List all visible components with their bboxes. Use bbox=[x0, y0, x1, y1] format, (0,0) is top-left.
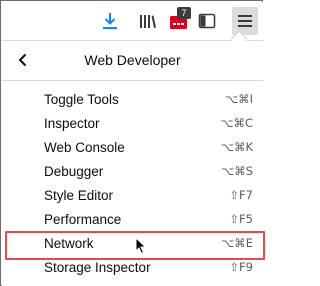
browser-toolbar: 7 bbox=[2, 2, 263, 40]
chevron-left-icon bbox=[18, 53, 27, 67]
menu-item-performance[interactable]: Performance ⇧F5 bbox=[2, 207, 263, 231]
menu-item-shortcut: ⇧F5 bbox=[229, 212, 253, 226]
menu-item-shortcut: ⌥⌘S bbox=[220, 164, 253, 178]
menu-item-shortcut: ⌥⌘I bbox=[224, 92, 253, 106]
window-frame: 7 Web Developer Toggle Tools ⌥⌘I Inspect… bbox=[0, 0, 265, 286]
menu-item-label: Inspector bbox=[44, 115, 100, 131]
menu-item-label: Debugger bbox=[44, 163, 104, 179]
panel-header: Web Developer bbox=[2, 41, 263, 79]
menu-item-network[interactable]: Network ⌥⌘E bbox=[2, 231, 265, 260]
mouse-pointer-icon bbox=[135, 236, 147, 260]
sidebar-button[interactable] bbox=[194, 8, 220, 34]
library-icon bbox=[140, 15, 156, 28]
menu-item-shortcut: ⇧F9 bbox=[229, 260, 253, 274]
menu-item-debugger[interactable]: Debugger ⌥⌘S bbox=[2, 159, 263, 183]
menu-item-shortcut: ⇧F7 bbox=[229, 188, 253, 202]
app-menu-button[interactable] bbox=[232, 7, 258, 35]
menu-item-label: Network bbox=[44, 235, 94, 251]
menu-item-inspector[interactable]: Inspector ⌥⌘C bbox=[2, 111, 263, 135]
web-developer-menu: Toggle Tools ⌥⌘I Inspector ⌥⌘C Web Conso… bbox=[2, 87, 265, 279]
menu-item-web-console[interactable]: Web Console ⌥⌘K bbox=[2, 135, 263, 159]
extension-badge: 7 bbox=[177, 7, 191, 19]
menu-item-label: Storage Inspector bbox=[44, 259, 151, 275]
menu-item-label: Web Console bbox=[44, 139, 125, 155]
menu-item-label: Performance bbox=[44, 211, 122, 227]
hamburger-menu-icon bbox=[238, 15, 252, 27]
menu-item-label: Toggle Tools bbox=[44, 91, 119, 107]
menu-item-label: Style Editor bbox=[44, 187, 114, 203]
download-icon bbox=[103, 13, 117, 29]
download-button[interactable] bbox=[97, 8, 123, 34]
extension-button[interactable]: 7 bbox=[165, 7, 193, 34]
menu-item-storage-inspector[interactable]: Storage Inspector ⇧F9 bbox=[2, 255, 263, 279]
menu-item-toggle-tools[interactable]: Toggle Tools ⌥⌘I bbox=[2, 87, 263, 111]
panel-title: Web Developer bbox=[84, 52, 181, 68]
web-developer-panel: Web Developer Toggle Tools ⌥⌘I Inspector… bbox=[2, 30, 265, 286]
menu-item-shortcut: ⌥⌘C bbox=[220, 116, 253, 130]
library-button[interactable] bbox=[135, 8, 161, 34]
sidebar-icon bbox=[198, 13, 216, 29]
menu-item-style-editor[interactable]: Style Editor ⇧F7 bbox=[2, 183, 263, 207]
back-button[interactable] bbox=[12, 49, 34, 71]
header-divider bbox=[2, 80, 263, 81]
menu-item-shortcut: ⌥⌘K bbox=[220, 140, 253, 154]
menu-item-shortcut: ⌥⌘E bbox=[220, 236, 253, 250]
